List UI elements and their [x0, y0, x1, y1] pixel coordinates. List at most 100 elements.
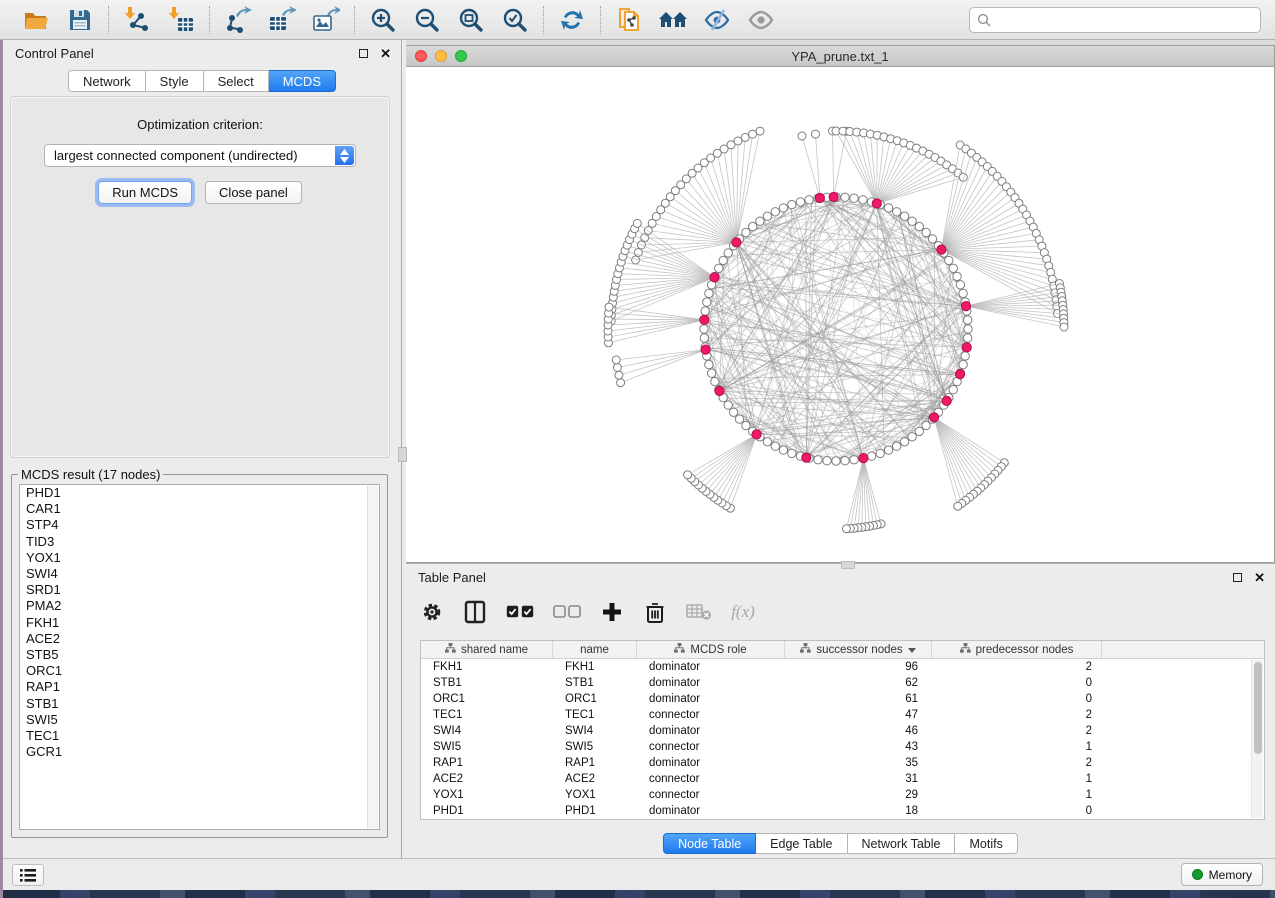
- graph-hub-node[interactable]: [815, 193, 824, 202]
- clone-network-icon[interactable]: [614, 5, 644, 35]
- graph-hub-node[interactable]: [732, 238, 741, 247]
- graph-node[interactable]: [900, 438, 908, 446]
- first-neighbors-icon[interactable]: [658, 5, 688, 35]
- column-header-successor-nodes[interactable]: successor nodes: [785, 641, 932, 658]
- graph-node[interactable]: [959, 289, 967, 297]
- tab-mcds[interactable]: MCDS: [269, 70, 336, 92]
- mcds-result-item[interactable]: GCR1: [20, 744, 379, 760]
- table-row[interactable]: PHD1PHD1dominator180: [421, 803, 1264, 819]
- mcds-result-item[interactable]: STB5: [20, 647, 379, 663]
- graph-node[interactable]: [915, 427, 923, 435]
- vertical-splitter-handle[interactable]: [398, 447, 407, 462]
- graph-node[interactable]: [741, 133, 749, 141]
- table-options-gear-icon[interactable]: [420, 599, 444, 625]
- network-window-titlebar[interactable]: YPA_prune.txt_1: [406, 46, 1274, 67]
- column-header-shared-name[interactable]: shared name: [421, 641, 553, 658]
- open-file-icon[interactable]: [21, 5, 51, 35]
- delete-table-icon[interactable]: [686, 599, 712, 625]
- import-table-icon[interactable]: [166, 5, 196, 35]
- graph-node[interactable]: [684, 471, 692, 479]
- graph-hub-node[interactable]: [829, 192, 838, 201]
- graph-node[interactable]: [613, 364, 621, 372]
- mcds-result-item[interactable]: YOX1: [20, 550, 379, 566]
- zoom-out-icon[interactable]: [412, 5, 442, 35]
- graph-node[interactable]: [900, 212, 908, 220]
- graph-node[interactable]: [719, 256, 727, 264]
- graph-node[interactable]: [850, 456, 858, 464]
- tab-node-table[interactable]: Node Table: [663, 833, 756, 854]
- mcds-result-item[interactable]: STP4: [20, 517, 379, 533]
- mcds-result-item[interactable]: CAR1: [20, 501, 379, 517]
- mcds-result-item[interactable]: SWI4: [20, 566, 379, 582]
- graph-hub-node[interactable]: [802, 453, 811, 462]
- graph-node[interactable]: [884, 204, 892, 212]
- table-row[interactable]: SWI5SWI5connector431: [421, 739, 1264, 755]
- graph-node[interactable]: [832, 457, 840, 465]
- zoom-selected-icon[interactable]: [500, 5, 530, 35]
- mcds-result-item[interactable]: PMA2: [20, 598, 379, 614]
- graph-node[interactable]: [711, 377, 719, 385]
- graph-node[interactable]: [964, 316, 972, 324]
- criterion-dropdown[interactable]: largest connected component (undirected): [44, 144, 356, 167]
- memory-button[interactable]: Memory: [1181, 863, 1263, 886]
- float-window-icon[interactable]: [359, 49, 368, 58]
- status-menu-button[interactable]: [12, 864, 44, 886]
- graph-node[interactable]: [615, 371, 623, 379]
- mcds-result-item[interactable]: ORC1: [20, 663, 379, 679]
- graph-node[interactable]: [715, 264, 723, 272]
- graph-node[interactable]: [908, 433, 916, 441]
- tab-network[interactable]: Network: [68, 70, 146, 92]
- graph-node[interactable]: [703, 298, 711, 306]
- graph-node[interactable]: [884, 446, 892, 454]
- graph-node[interactable]: [798, 132, 806, 140]
- deselect-all-checkboxes-icon[interactable]: [553, 599, 581, 625]
- table-scrollbar[interactable]: [1251, 660, 1263, 818]
- run-mcds-button[interactable]: Run MCDS: [98, 181, 192, 204]
- close-panel-icon[interactable]: ✕: [1254, 571, 1265, 584]
- table-row[interactable]: STB1STB1dominator620: [421, 675, 1264, 691]
- graph-node[interactable]: [756, 127, 764, 135]
- graph-node[interactable]: [735, 415, 743, 423]
- mcds-result-list[interactable]: PHD1CAR1STP4TID3YOX1SWI4SRD1PMA2FKH1ACE2…: [19, 484, 380, 830]
- graph-node[interactable]: [742, 421, 750, 429]
- network-canvas[interactable]: [406, 67, 1274, 562]
- graph-node[interactable]: [922, 421, 930, 429]
- search-input[interactable]: [995, 10, 1260, 30]
- graph-node[interactable]: [700, 334, 708, 342]
- graph-hub-node[interactable]: [930, 413, 939, 422]
- select-all-checkboxes-icon[interactable]: [506, 599, 534, 625]
- graph-node[interactable]: [633, 219, 641, 227]
- graph-hub-node[interactable]: [701, 345, 710, 354]
- graph-node[interactable]: [705, 289, 713, 297]
- show-all-icon[interactable]: [746, 5, 776, 35]
- table-row[interactable]: TEC1TEC1connector472: [421, 707, 1264, 723]
- network-graph[interactable]: [406, 67, 1274, 562]
- graph-node[interactable]: [843, 525, 851, 533]
- graph-node[interactable]: [922, 228, 930, 236]
- graph-node[interactable]: [949, 386, 957, 394]
- mcds-result-item[interactable]: RAP1: [20, 679, 379, 695]
- mcds-result-item[interactable]: ACE2: [20, 631, 379, 647]
- close-panel-button[interactable]: Close panel: [205, 181, 302, 204]
- graph-hub-node[interactable]: [961, 302, 970, 311]
- graph-node[interactable]: [729, 408, 737, 416]
- mcds-result-item[interactable]: SWI5: [20, 712, 379, 728]
- graph-node[interactable]: [867, 452, 875, 460]
- mcds-result-item[interactable]: TID3: [20, 534, 379, 550]
- graph-node[interactable]: [796, 198, 804, 206]
- graph-node[interactable]: [763, 438, 771, 446]
- table-row[interactable]: ACE2ACE2connector311: [421, 771, 1264, 787]
- graph-node[interactable]: [928, 235, 936, 243]
- mcds-result-item[interactable]: PHD1: [20, 485, 379, 501]
- table-row[interactable]: FKH1FKH1dominator962: [421, 659, 1264, 675]
- tab-select[interactable]: Select: [204, 70, 269, 92]
- graph-node[interactable]: [805, 196, 813, 204]
- graph-node[interactable]: [964, 334, 972, 342]
- export-image-icon[interactable]: [311, 5, 341, 35]
- graph-hub-node[interactable]: [955, 370, 964, 379]
- graph-node[interactable]: [908, 217, 916, 225]
- graph-node[interactable]: [788, 449, 796, 457]
- graph-hub-node[interactable]: [752, 430, 761, 439]
- graph-node[interactable]: [605, 303, 613, 311]
- graph-node[interactable]: [779, 204, 787, 212]
